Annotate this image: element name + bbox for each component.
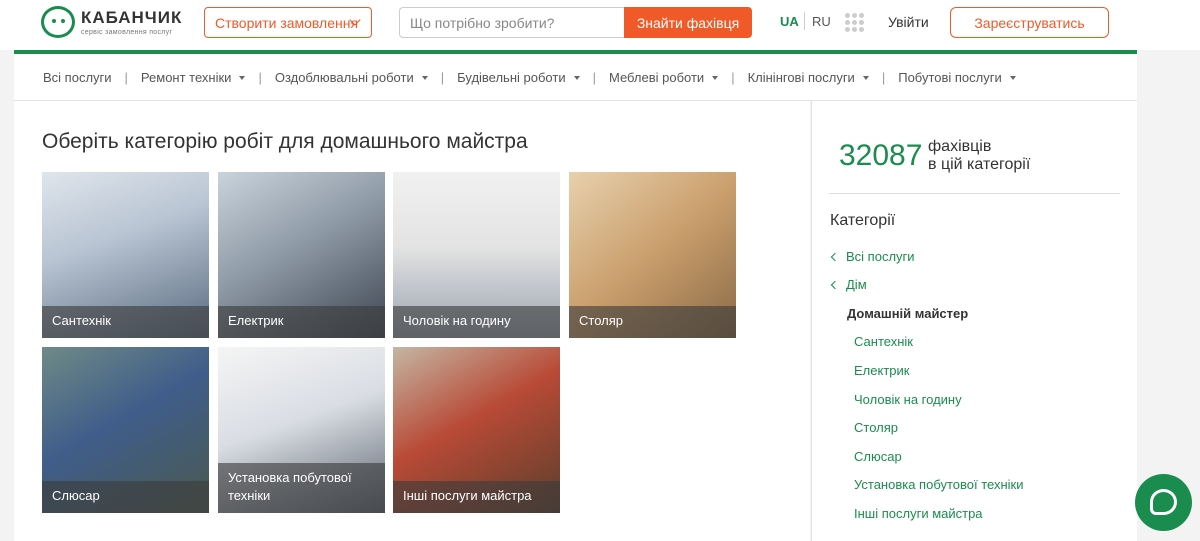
nav-separator: |: [731, 70, 735, 85]
caret-down-icon: [712, 75, 719, 80]
register-button[interactable]: Зареєструватись: [950, 7, 1109, 38]
sidebar-item-locksmith[interactable]: Слюсар: [854, 449, 902, 464]
nav-item-construction[interactable]: Будівельні роботи: [457, 70, 580, 85]
count-label-line-2: в цій категорії: [928, 156, 1031, 173]
sidebar-back-home[interactable]: Дім: [830, 277, 867, 292]
caret-down-icon: [862, 75, 869, 80]
nav-label: Оздоблювальні роботи: [274, 70, 414, 85]
tile-label: Чоловік на годину: [393, 306, 560, 338]
main-content: Оберіть категорію робіт для домашнього м…: [14, 101, 810, 541]
caret-down-icon: [573, 75, 580, 80]
create-order-label: Створити замовлення: [215, 14, 359, 31]
create-order-dropdown[interactable]: Створити замовлення: [204, 7, 372, 38]
nav-separator: |: [124, 70, 128, 85]
nav-separator: |: [881, 70, 886, 85]
nav-separator: |: [592, 70, 596, 85]
tile-label: Електрик: [218, 306, 385, 338]
nav-separator: |: [258, 70, 262, 85]
login-link[interactable]: Увійти: [888, 14, 929, 30]
sidebar-item-appliance-install[interactable]: Установка побутової техніки: [854, 477, 1024, 492]
sidebar-item-electrician[interactable]: Електрик: [854, 363, 909, 378]
sidebar-current-category: Домашній майстер: [847, 306, 969, 321]
chat-bubble-icon: [1150, 489, 1177, 515]
nav-label: Ремонт техніки: [140, 70, 232, 85]
chat-button[interactable]: [1135, 474, 1192, 531]
tile-label: Столяр: [569, 306, 736, 338]
nav-item-household[interactable]: Побутові послуги: [898, 70, 1016, 85]
page-title: Оберіть категорію робіт для домашнього м…: [42, 130, 528, 153]
divider: [829, 193, 1120, 194]
nav-item-cleaning[interactable]: Клінінгові послуги: [748, 70, 869, 85]
tile-label: Інші послуги майстра: [393, 481, 560, 513]
tile-locksmith[interactable]: Слюсар: [42, 347, 209, 513]
count-label-line-1: фахівців: [928, 138, 992, 155]
tile-label: Установка побутової техніки: [218, 463, 385, 513]
sidebar-link-label: Всі послуги: [846, 249, 915, 264]
chevron-left-icon: [830, 252, 840, 262]
find-specialist-button[interactable]: Знайти фахівця: [624, 7, 752, 38]
logo-title: КАБАНЧИК: [81, 7, 183, 27]
tile-appliance-install[interactable]: Установка побутової техніки: [218, 347, 385, 513]
sidebar-back-all-services[interactable]: Всі послуги: [830, 249, 915, 264]
nav-item-finishing[interactable]: Оздоблювальні роботи: [275, 70, 428, 85]
sidebar-item-plumber[interactable]: Сантехнік: [854, 334, 913, 349]
specialists-count-label: фахівців в цій категорії: [928, 138, 1030, 174]
nav-separator: |: [440, 70, 445, 85]
categories-title: Категорії: [830, 212, 896, 229]
nav-label: Будівельні роботи: [457, 70, 566, 85]
tile-plumber[interactable]: Сантехнік: [42, 172, 209, 338]
sidebar-item-handyman[interactable]: Чоловік на годину: [854, 392, 962, 407]
nav-label: Меблеві роботи: [608, 70, 705, 85]
logo-icon: [41, 6, 75, 38]
tile-handyman[interactable]: Чоловік на годину: [393, 172, 560, 338]
lang-ua[interactable]: UA: [780, 14, 799, 29]
search-input[interactable]: [399, 7, 625, 38]
tile-label: Слюсар: [42, 481, 209, 513]
caret-down-icon: [239, 75, 246, 80]
sidebar-link-label: Дім: [846, 277, 867, 292]
tile-other-services[interactable]: Інші послуги майстра: [393, 347, 560, 513]
chevron-left-icon: [830, 280, 840, 290]
header: КАБАНЧИК сервіс замовлення послуг Створи…: [0, 0, 1200, 50]
lang-divider: [804, 12, 805, 30]
sidebar: 32087 фахівців в цій категорії Категорії…: [811, 101, 1137, 541]
sidebar-item-other-services[interactable]: Інші послуги майстра: [854, 506, 983, 521]
lang-ru[interactable]: RU: [812, 14, 831, 29]
nav-item-repair[interactable]: Ремонт техніки: [141, 70, 246, 85]
nav-item-all-services[interactable]: Всі послуги: [43, 70, 112, 85]
nav-label: Всі послуги: [43, 70, 112, 85]
sidebar-item-carpenter[interactable]: Столяр: [854, 420, 898, 435]
caret-down-icon: [421, 75, 428, 80]
nav-item-furniture[interactable]: Меблеві роботи: [608, 70, 719, 85]
specialists-count: 32087: [839, 139, 923, 172]
tile-label: Сантехнік: [42, 306, 209, 338]
logo[interactable]: КАБАНЧИК сервіс замовлення послуг: [41, 6, 182, 38]
nav-label: Побутові послуги: [898, 70, 1002, 85]
logo-subtitle: сервіс замовлення послуг: [81, 28, 173, 36]
caret-down-icon: [1009, 75, 1016, 80]
tile-electrician[interactable]: Електрик: [218, 172, 385, 338]
nav-label: Клінінгові послуги: [747, 70, 855, 85]
category-nav: Всі послуги | Ремонт техніки | Оздоблюва…: [14, 50, 1137, 101]
apps-grid-icon[interactable]: [845, 13, 864, 32]
tile-carpenter[interactable]: Столяр: [569, 172, 736, 338]
